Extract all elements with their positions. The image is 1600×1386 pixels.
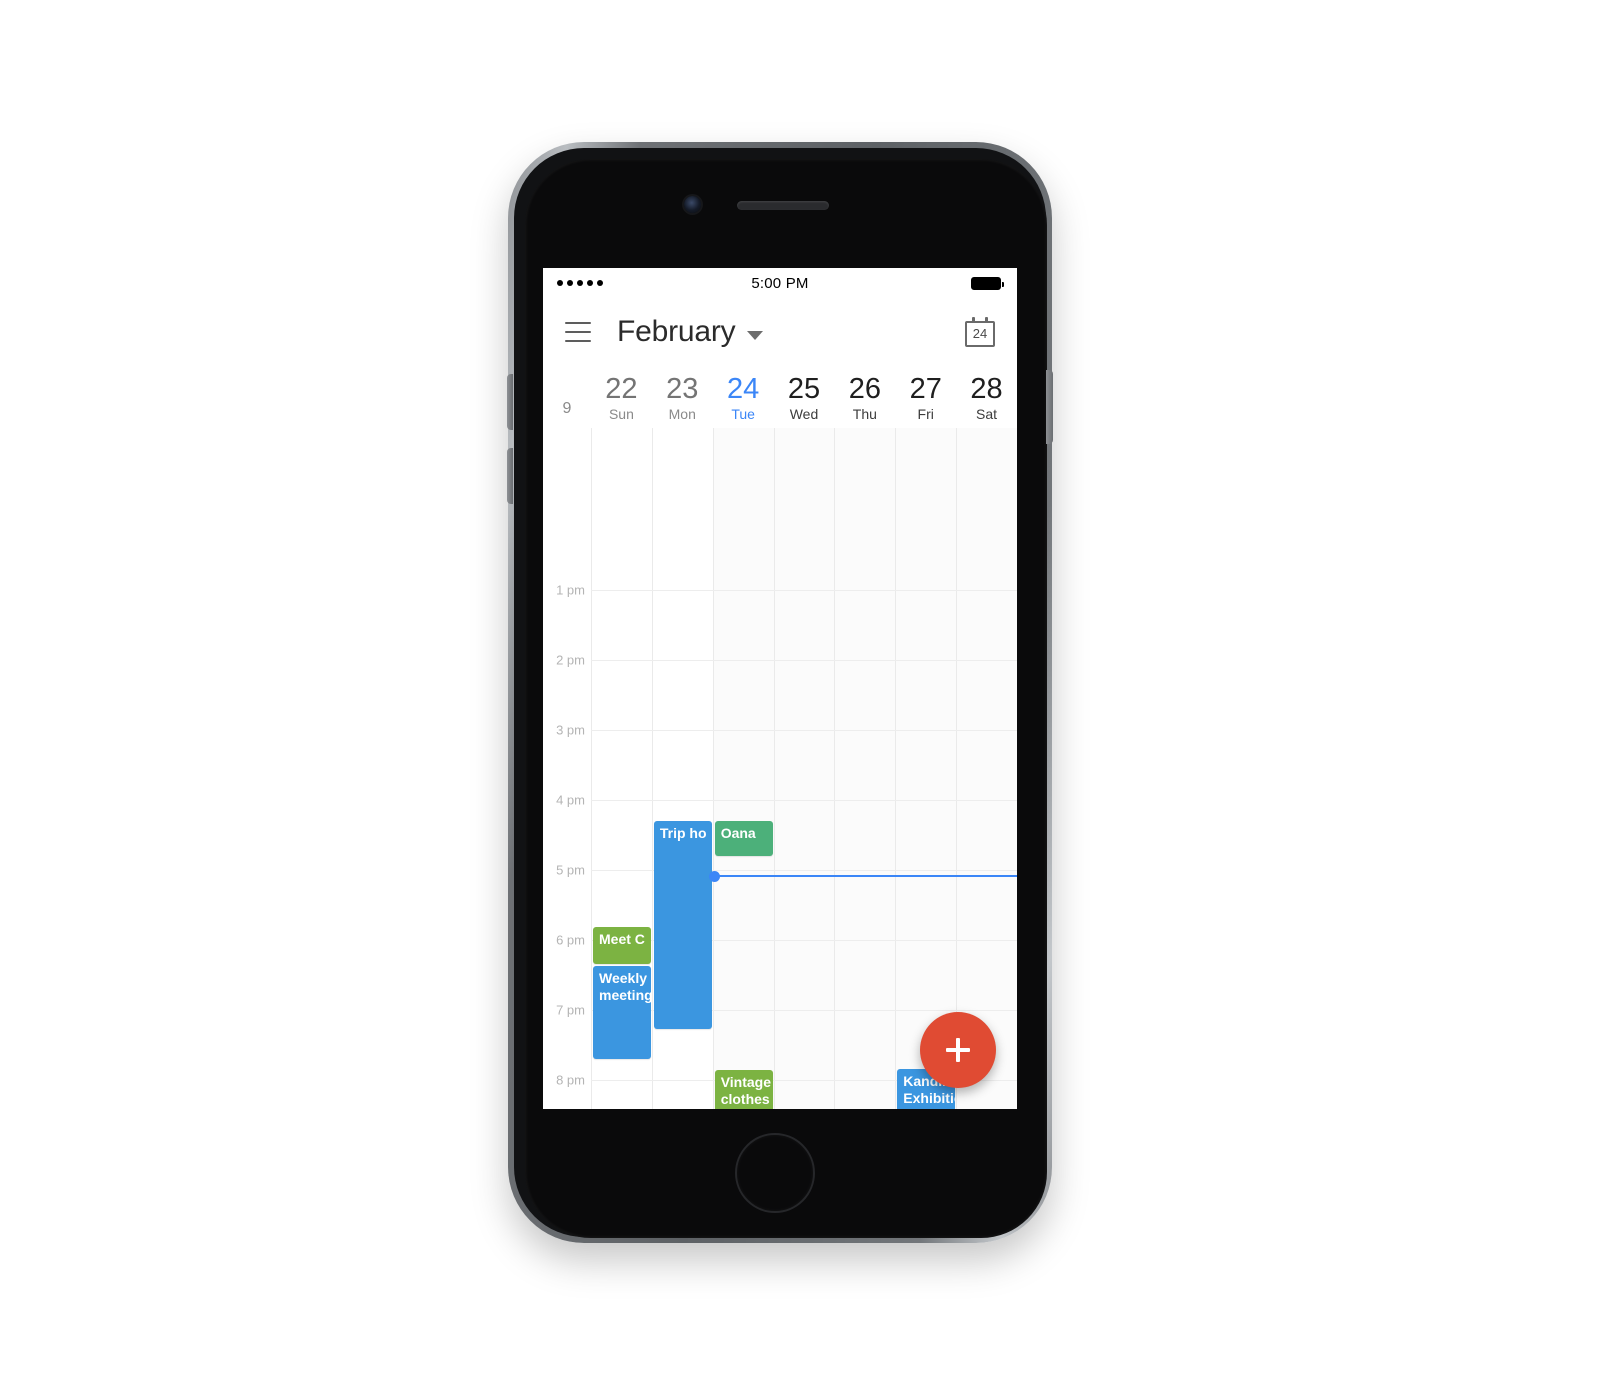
calendar-event[interactable]: Weekly meeting: [593, 966, 651, 1059]
phone-screen: 5:00 PM February 24 1 pm 2 pm 3 pm 4 pm 5: [543, 268, 1017, 1109]
hour-label: 2 pm: [556, 652, 585, 668]
add-event-button[interactable]: [920, 1012, 996, 1088]
grid-column-line: [895, 366, 896, 1109]
power-button[interactable]: [1046, 370, 1053, 444]
current-time-dot: [708, 870, 720, 882]
day-header-sun[interactable]: 22 Sun: [591, 366, 652, 428]
current-time-line: [712, 875, 1017, 877]
grid-hour-line: [591, 800, 1017, 801]
hour-label: 6 pm: [556, 932, 585, 948]
month-label: February: [617, 315, 736, 348]
hour-label: 7 pm: [556, 1002, 585, 1018]
battery-icon: [971, 277, 1004, 290]
volume-down-button[interactable]: [507, 448, 513, 504]
event-title: Oana: [720, 825, 756, 841]
day-header-wed[interactable]: 25 Wed: [774, 366, 835, 428]
day-weekday: Sun: [608, 406, 634, 422]
day-number: 22: [605, 373, 638, 405]
calendar-event[interactable]: Vintage clothes: [714, 1070, 773, 1109]
week-number: 9: [562, 400, 572, 417]
day-header-fri[interactable]: 27 Fri: [895, 366, 956, 428]
day-column-thu: [834, 428, 896, 1109]
day-header-row: 9 22 Sun 23 Mon 24 Tue 25 Wed 26 Thu 27 Fri 28 Sat: [543, 366, 1017, 428]
hour-label: 1 pm: [556, 582, 585, 598]
event-title: Weekly meeting: [599, 970, 651, 1003]
calendar-event[interactable]: Trip ho: [653, 821, 712, 1029]
calendar-today-number: 24: [972, 326, 988, 341]
day-number: 27: [909, 373, 942, 405]
volume-up-button[interactable]: [507, 374, 513, 430]
day-weekday: Wed: [789, 406, 819, 422]
day-header-tue[interactable]: 24 Tue: [713, 366, 774, 428]
day-weekday: Mon: [668, 406, 696, 422]
month-selector[interactable]: February: [617, 315, 764, 349]
day-header-sat[interactable]: 28 Sat: [956, 366, 1017, 428]
grid-column-line: [956, 366, 957, 1109]
day-weekday: Fri: [917, 406, 934, 422]
hamburger-menu-icon[interactable]: [565, 322, 591, 342]
day-number: 25: [787, 373, 821, 405]
hour-label: 8 pm: [556, 1072, 585, 1088]
status-bar: 5:00 PM: [543, 268, 1017, 298]
event-title: Meet C: [599, 931, 645, 947]
hour-label: 4 pm: [556, 792, 585, 808]
calendar-event[interactable]: Oana: [714, 821, 773, 856]
grid-column-line: [774, 366, 775, 1109]
grid-hour-line: [591, 660, 1017, 661]
day-header-mon[interactable]: 23 Mon: [652, 366, 713, 428]
day-number: 24: [726, 373, 760, 405]
grid-hour-line: [591, 590, 1017, 591]
day-number: 26: [848, 373, 881, 405]
grid-column-line: [652, 366, 653, 1109]
status-bar-time: 5:00 PM: [751, 274, 809, 292]
event-title: Trip ho: [659, 825, 707, 841]
day-weekday: Sat: [976, 406, 998, 422]
week-grid[interactable]: 1 pm2 pm3 pm4 pm5 pm6 pm7 pm8 pm9 pm Tri…: [543, 366, 1017, 1109]
day-column-sat: [956, 428, 1017, 1109]
chevron-down-icon: [747, 330, 764, 340]
day-number: 28: [970, 373, 1003, 405]
hour-label: 5 pm: [556, 862, 585, 878]
grid-column-line: [834, 366, 835, 1109]
day-number: 23: [666, 373, 699, 405]
grid-hour-line: [591, 730, 1017, 731]
screenshot-root: 5:00 PM February 24 1 pm 2 pm 3 pm 4 pm 5: [0, 0, 1600, 1386]
calendar-today-icon[interactable]: 24: [965, 317, 995, 347]
front-camera-icon: [684, 196, 701, 213]
grid-column-line: [713, 366, 714, 1109]
day-column-tue: [712, 428, 774, 1109]
event-subtitle: Guggenheim: [903, 1107, 955, 1109]
day-header-thu[interactable]: 26 Thu: [834, 366, 895, 428]
earpiece-speaker-icon: [737, 201, 829, 210]
day-column-fri: [895, 428, 957, 1109]
day-weekday: Tue: [731, 406, 755, 422]
home-button[interactable]: [735, 1133, 815, 1213]
calendar-event[interactable]: Meet C: [593, 927, 651, 964]
day-weekday: Thu: [852, 406, 877, 422]
app-bar: February 24: [543, 298, 1017, 371]
day-column-wed: [773, 428, 835, 1109]
hour-label: 3 pm: [556, 722, 585, 738]
grid-column-line: [591, 366, 592, 1109]
event-title: Vintage clothes: [720, 1074, 772, 1107]
